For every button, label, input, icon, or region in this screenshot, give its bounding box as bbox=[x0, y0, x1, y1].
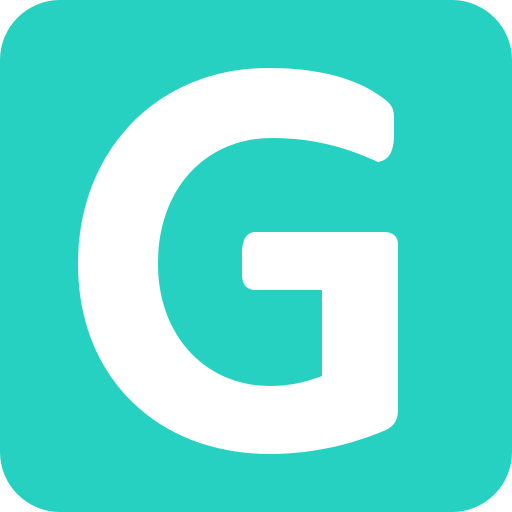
letter-g-glyph bbox=[78, 68, 398, 454]
letter-g-icon bbox=[78, 68, 398, 454]
app-icon[interactable] bbox=[0, 0, 512, 512]
